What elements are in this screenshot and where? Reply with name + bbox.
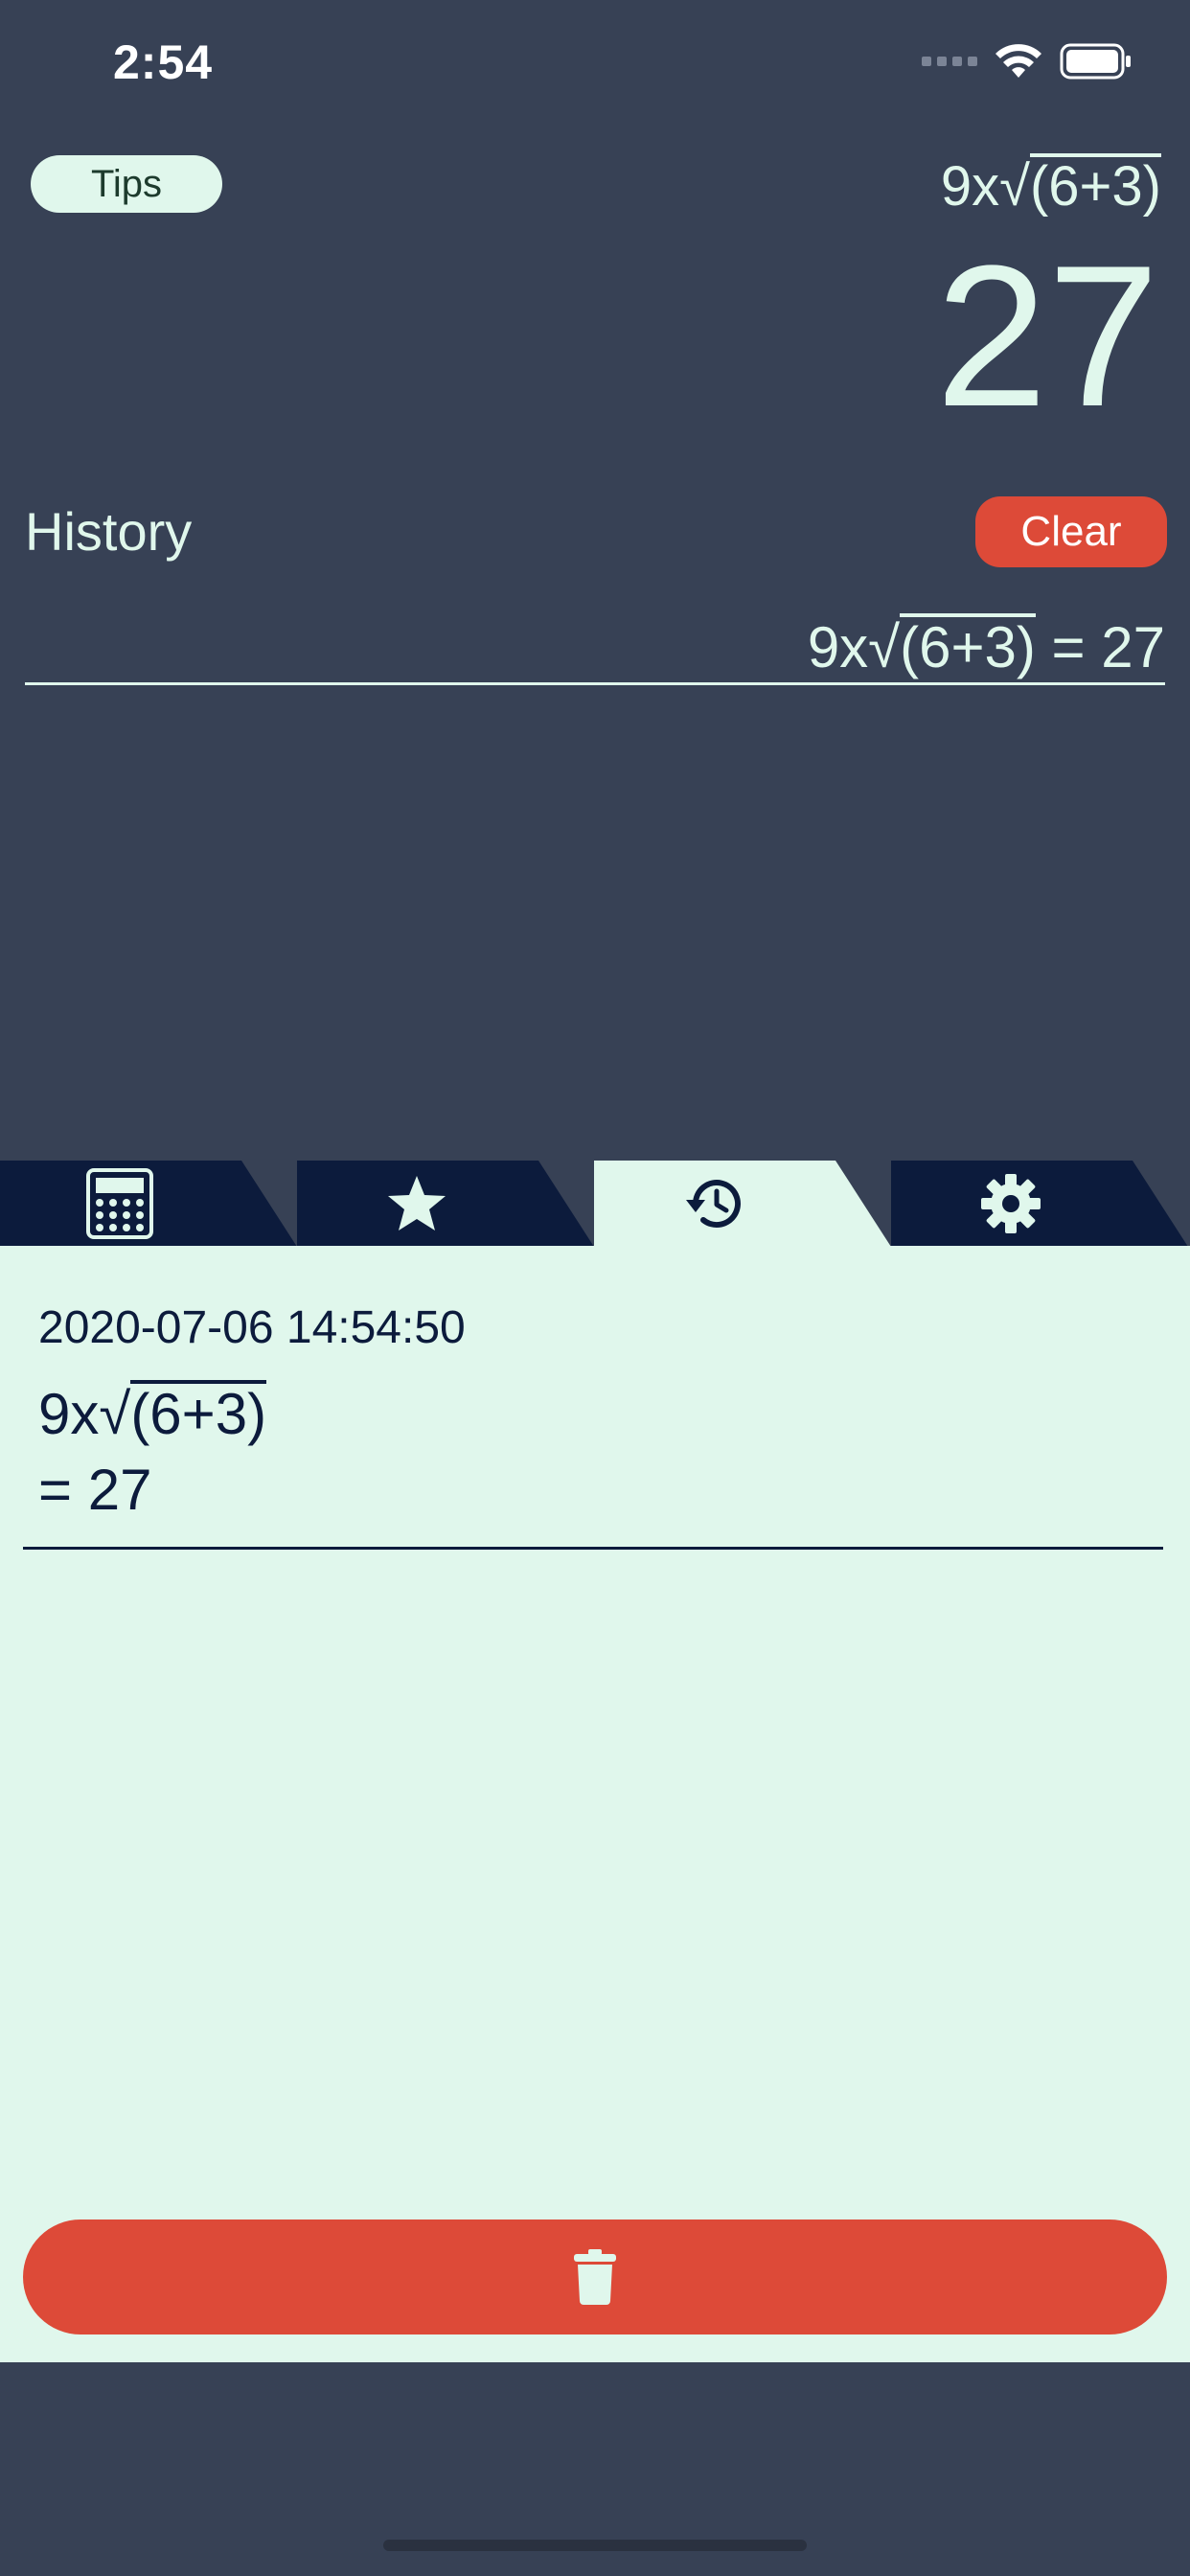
history-expression-prefix: 9x√ (807, 615, 901, 679)
star-icon (388, 1176, 446, 1230)
history-list-item[interactable]: 9x√ (6+3) = 27 (808, 613, 1165, 680)
delete-all-button[interactable] (23, 2220, 1167, 2334)
gear-icon (981, 1174, 1041, 1233)
current-expression: 9x√ (6+3) (941, 153, 1161, 218)
wifi-icon (995, 44, 1041, 78)
history-expression-result: = 27 (1035, 615, 1165, 679)
history-expression-radicand: (6+3) (900, 613, 1036, 679)
entry-expression-prefix: 9x√ (38, 1382, 131, 1446)
expression-prefix: 9x√ (940, 155, 1030, 218)
tips-button[interactable]: Tips (31, 155, 222, 213)
cellular-dots-icon (922, 57, 977, 66)
trash-icon (574, 2249, 616, 2305)
expression-radicand: (6+3) (1029, 153, 1161, 218)
battery-icon (1060, 43, 1131, 80)
entry-timestamp: 2020-07-06 14:54:50 (38, 1302, 466, 1353)
status-icons (922, 42, 1133, 80)
history-title: History (25, 501, 193, 562)
status-time: 2:54 (113, 35, 214, 89)
calculator-icon (86, 1168, 153, 1239)
tab-settings[interactable] (891, 1161, 1188, 1247)
history-icon (686, 1180, 741, 1229)
entry-expression-radicand: (6+3) (130, 1380, 267, 1446)
history-divider (25, 682, 1165, 685)
tab-favorites[interactable] (297, 1161, 594, 1247)
tab-history[interactable] (594, 1161, 891, 1247)
tab-calculator[interactable] (0, 1161, 297, 1247)
clear-history-button[interactable]: Clear (975, 496, 1167, 567)
home-indicator (383, 2540, 807, 2551)
entry-expression[interactable]: 9x√ (6+3) (38, 1380, 267, 1447)
entry-divider (23, 1547, 1163, 1550)
current-result: 27 (935, 223, 1159, 448)
entry-result: = 27 (38, 1458, 152, 1522)
